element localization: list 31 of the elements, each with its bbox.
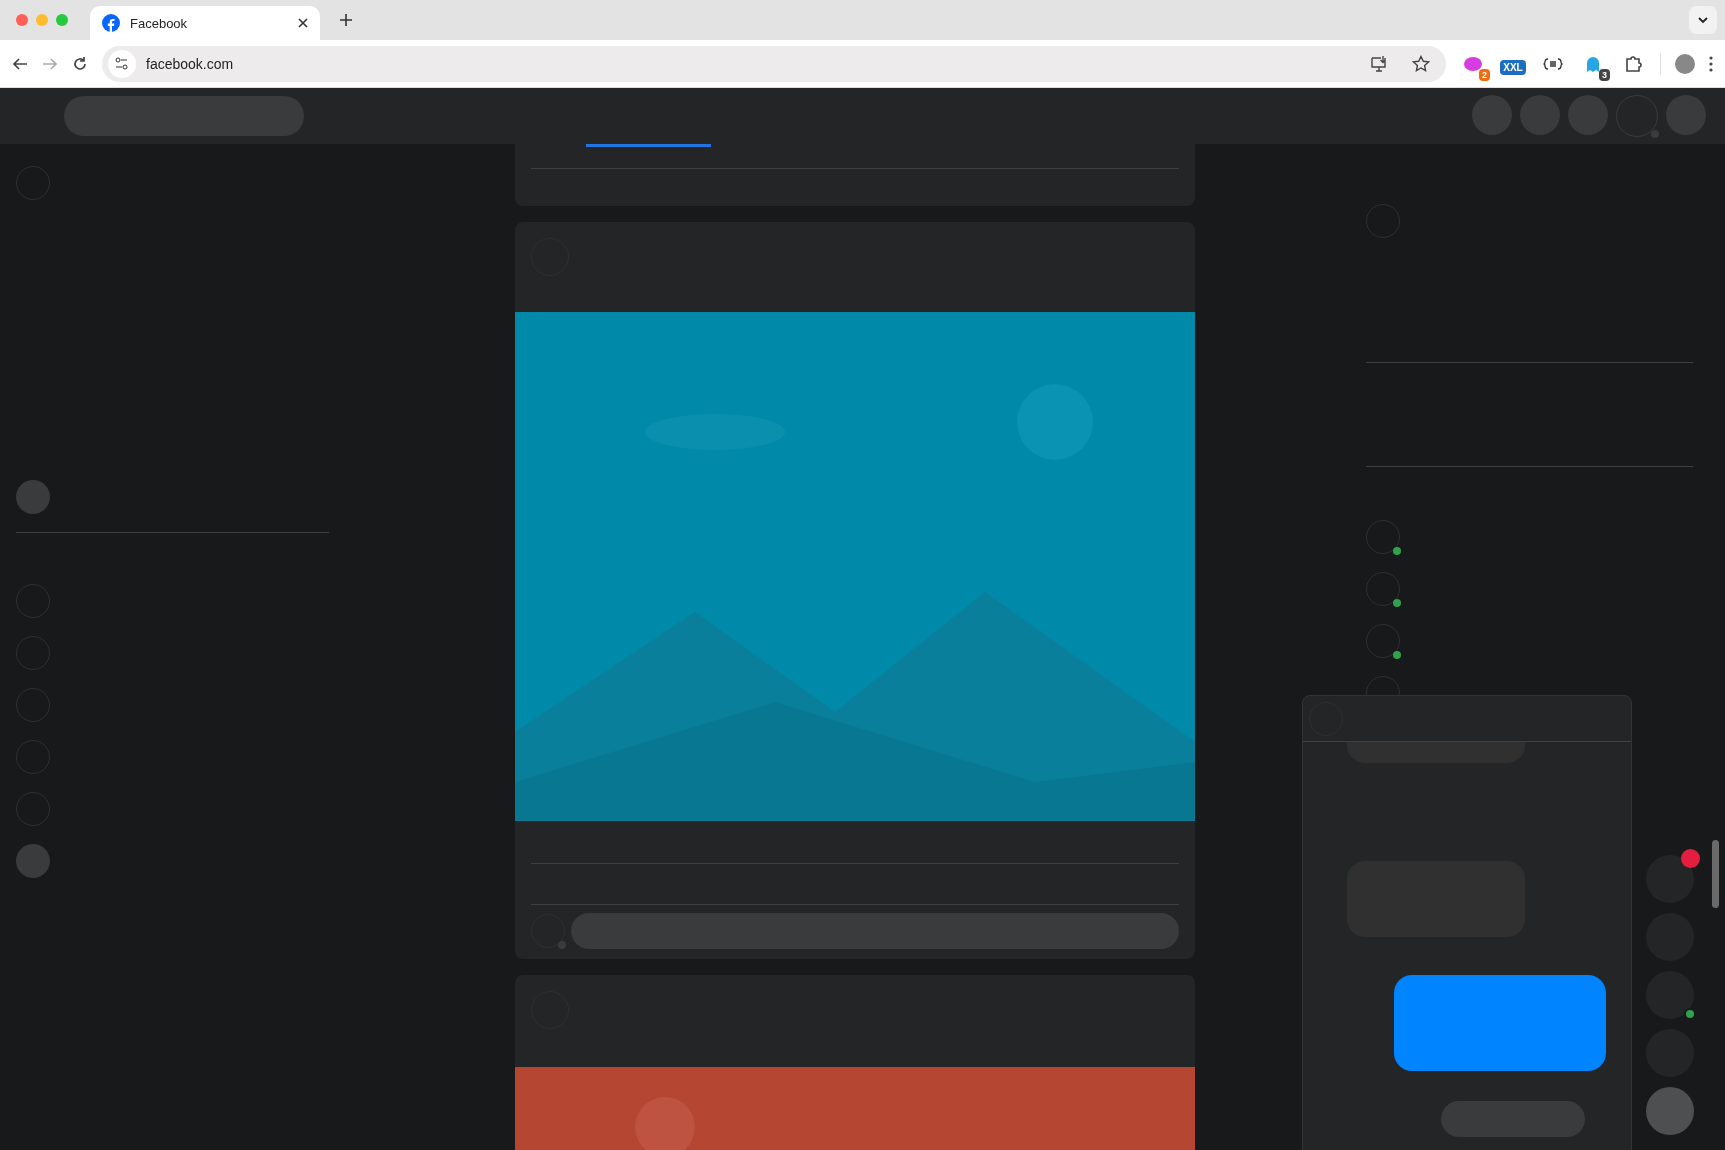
back-icon[interactable] xyxy=(12,55,28,72)
extensions-icon[interactable] xyxy=(1624,54,1642,73)
tab-list-icon[interactable] xyxy=(1689,6,1717,34)
browser-tab[interactable]: Facebook xyxy=(90,6,320,40)
shortcut-placeholder xyxy=(16,844,50,878)
contact-placeholder[interactable] xyxy=(1366,624,1400,658)
contact-placeholder[interactable] xyxy=(1366,572,1400,606)
chat-head[interactable] xyxy=(1646,971,1694,1019)
badge: 2 xyxy=(1479,68,1490,81)
scrollbar-thumb[interactable] xyxy=(1712,840,1719,908)
facebook-icon xyxy=(102,14,120,32)
badge: 3 xyxy=(1599,68,1610,81)
chat-head[interactable] xyxy=(1646,855,1694,903)
install-icon[interactable] xyxy=(1370,54,1388,73)
menu-icon[interactable] xyxy=(1709,55,1713,72)
site-settings-icon[interactable] xyxy=(108,49,136,78)
braces-icon[interactable] xyxy=(1543,57,1563,70)
star-icon[interactable] xyxy=(1412,54,1430,73)
close-window-button[interactable] xyxy=(16,14,28,26)
forward-icon[interactable] xyxy=(42,55,58,72)
new-message-button[interactable] xyxy=(1646,1087,1694,1135)
new-tab-icon[interactable] xyxy=(340,14,352,26)
profile-icon[interactable] xyxy=(1675,53,1695,74)
tab-title: Facebook xyxy=(130,15,189,31)
blob-icon[interactable] xyxy=(1463,54,1483,73)
close-icon[interactable] xyxy=(298,18,308,28)
extension-icon[interactable]: XXL xyxy=(1500,60,1526,75)
avatar-placeholder xyxy=(16,480,50,514)
contact-placeholder[interactable] xyxy=(1366,520,1400,554)
ghost-icon[interactable] xyxy=(1585,54,1601,73)
reload-icon[interactable] xyxy=(72,55,88,72)
